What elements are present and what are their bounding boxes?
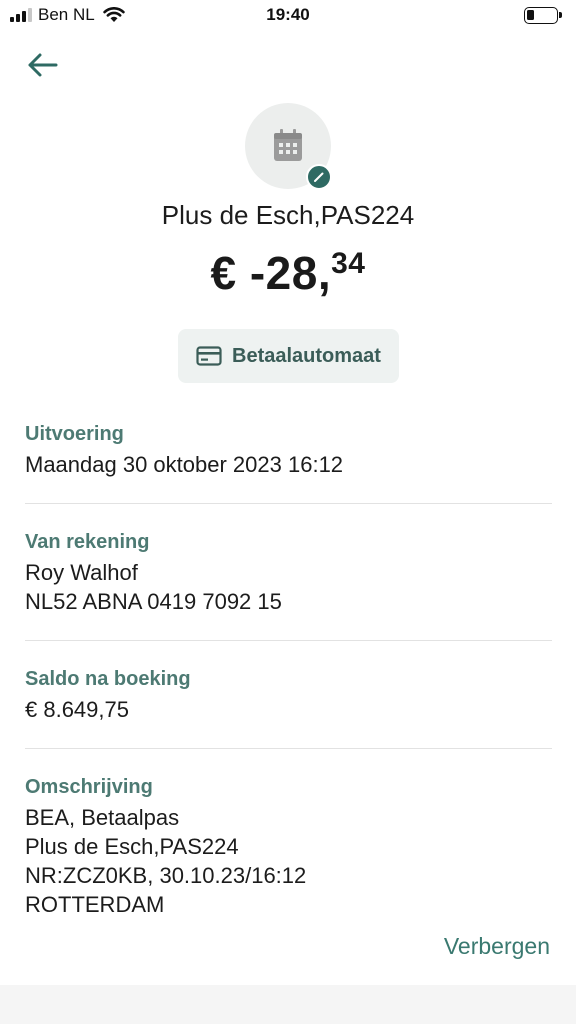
status-time: 19:40 [266,5,310,24]
description-section: Omschrijving BEA, Betaalpas Plus de Esch… [25,774,552,919]
account-holder-name: Roy Walhof [25,560,138,585]
amount-cents: 34 [331,247,366,280]
amount-main: € -28, [210,247,332,299]
credit-card-icon [196,346,222,366]
from-account-label: Van rekening [25,531,150,553]
arrow-left-icon [28,53,58,77]
execution-label: Uitvoering [25,423,124,445]
edit-category-button[interactable] [306,164,332,190]
merchant-name: Plus de Esch,PAS224 [161,200,415,230]
back-button[interactable] [22,47,62,83]
balance-label: Saldo na boeking [25,668,191,690]
account-iban: NL52 ABNA 0419 7092 15 [25,589,282,614]
execution-date: Maandag 30 oktober 2023 16:12 [25,452,344,477]
calendar-icon [274,129,302,161]
pencil-icon [314,172,324,182]
balance-value: € 8.649,75 [25,697,129,722]
description-label: Omschrijving [25,776,153,798]
description-line: NR:ZCZ0KB, 30.10.23/16:12 [25,863,307,888]
description-line: BEA, Betaalpas [25,805,180,830]
transaction-type-chip[interactable]: Betaalautomaat [178,329,399,383]
status-bar: Ben NL 19:40 [0,0,576,32]
hide-transaction-link[interactable]: Verbergen [444,933,550,960]
battery-icon [524,7,562,24]
transaction-type-label: Betaalautomaat [232,344,381,367]
execution-section: Uitvoering Maandag 30 oktober 2023 16:12 [25,421,552,479]
description-line: Plus de Esch,PAS224 [25,834,239,859]
from-account-section: Van rekening Roy Walhof NL52 ABNA 0419 7… [25,529,552,616]
bottom-bar [0,985,576,1024]
transaction-amount: € -28,34 [0,246,576,300]
balance-section: Saldo na boeking € 8.649,75 [25,666,552,724]
divider [25,640,552,641]
divider [25,503,552,504]
description-line: ROTTERDAM [25,892,165,917]
divider [25,748,552,749]
